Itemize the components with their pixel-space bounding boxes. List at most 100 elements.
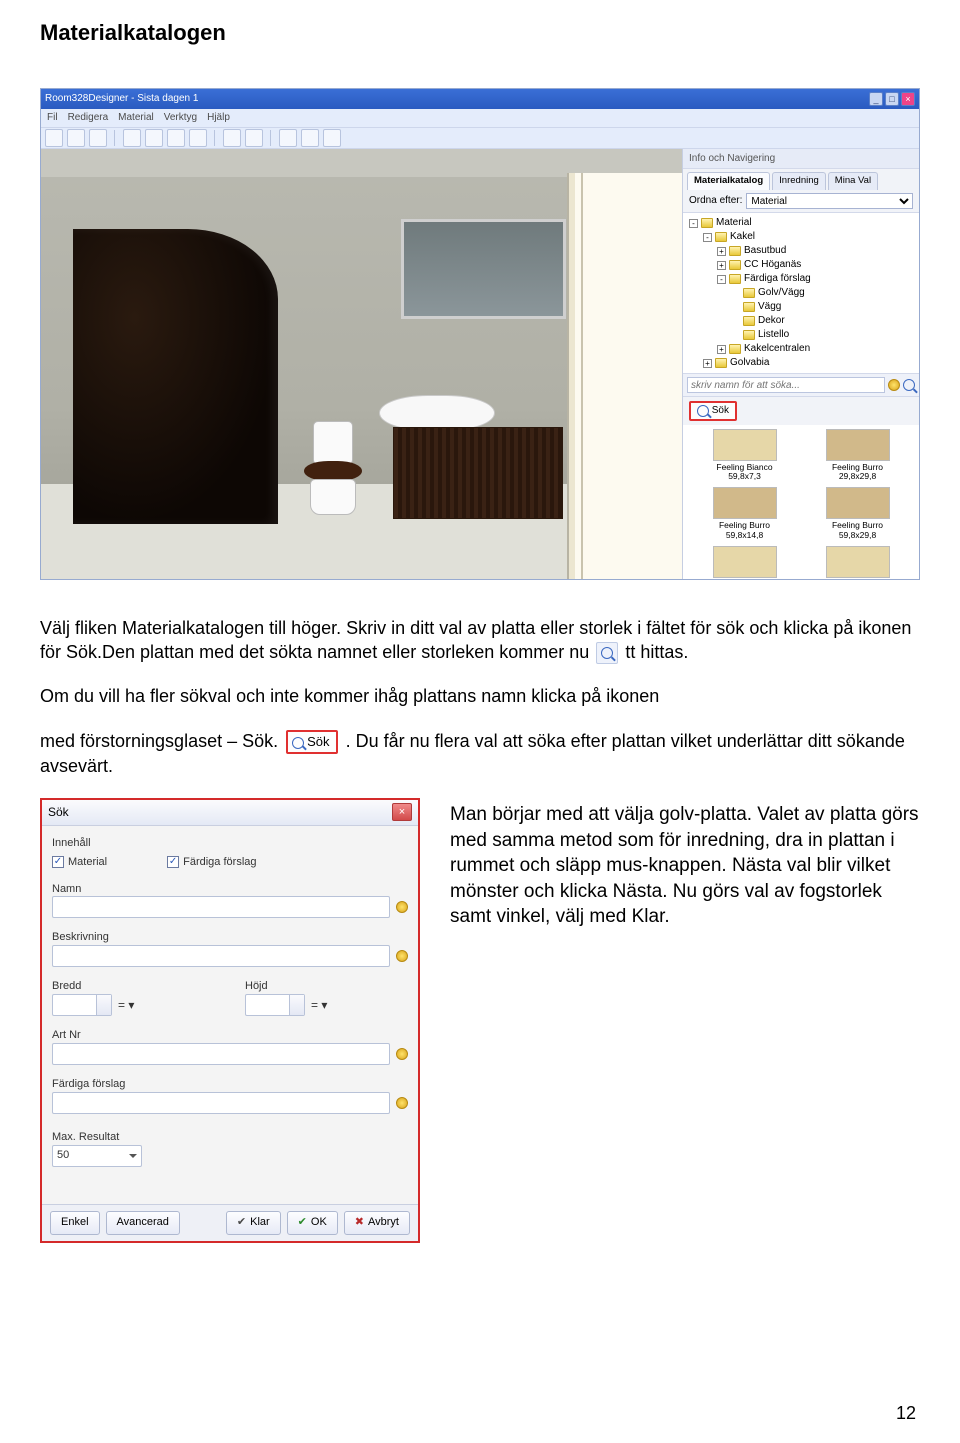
tree-item[interactable]: -Kakel <box>689 230 915 244</box>
tree-item[interactable]: -Material <box>689 216 915 230</box>
swatch-item[interactable]: Feeling Burro59,8x7,3 <box>804 546 911 579</box>
search-icon <box>697 405 709 417</box>
sort-select[interactable]: Material <box>746 193 913 209</box>
swatch-item[interactable]: Feeling Burro59,8x29,8 <box>804 487 911 540</box>
menu-hjalp[interactable]: Hjälp <box>207 111 230 125</box>
checkbox-fardiga[interactable]: ✓Färdiga förslag <box>167 855 256 870</box>
bulb-icon[interactable] <box>396 950 408 962</box>
bulb-icon[interactable] <box>396 901 408 913</box>
tree-item-label: Färdiga förslag <box>744 272 811 286</box>
avancerad-button[interactable]: Avancerad <box>106 1211 180 1235</box>
toolbar-button[interactable] <box>245 129 263 147</box>
inline-sok-button: Sök <box>286 730 337 754</box>
window-maximize-button[interactable]: □ <box>885 92 899 106</box>
toolbar-button[interactable] <box>323 129 341 147</box>
tab-materialkatalog[interactable]: Materialkatalog <box>687 172 770 190</box>
swatch-item[interactable]: Feeling Bianco59,8x7,3 <box>691 429 798 482</box>
expand-icon[interactable]: + <box>717 345 726 354</box>
panel-header: Info och Navigering <box>683 149 919 170</box>
tree-item[interactable]: Golv/Vägg <box>689 286 915 300</box>
avbryt-button[interactable]: Avbryt <box>344 1211 410 1235</box>
tree-item-label: Golv/Vägg <box>758 286 805 300</box>
expand-icon[interactable]: + <box>717 261 726 270</box>
toolbar-button[interactable] <box>279 129 297 147</box>
tree-item[interactable]: + Kakelcentralen <box>689 342 915 356</box>
tree-item[interactable]: +Basutbud <box>689 244 915 258</box>
room-3d-viewport[interactable] <box>41 149 682 579</box>
tab-mina-val[interactable]: Mina Val <box>828 172 878 190</box>
namn-input[interactable] <box>52 896 390 918</box>
material-tree[interactable]: -Material-Kakel+Basutbud+CC Höganäs - Färd… <box>683 213 919 374</box>
expand-icon[interactable]: - <box>717 275 726 284</box>
window-close-button[interactable]: × <box>901 92 915 106</box>
bulb-icon[interactable] <box>396 1048 408 1060</box>
menubar: Fil Redigera Material Verktyg Hjälp <box>41 109 919 127</box>
swatch-thumbnail <box>826 487 890 519</box>
side-panel: Info och Navigering Materialkatalog Inre… <box>682 149 919 579</box>
toolbar <box>41 127 919 149</box>
artnr-input[interactable] <box>52 1043 390 1065</box>
folder-icon <box>715 232 727 242</box>
toilet <box>299 421 367 521</box>
toolbar-button[interactable] <box>45 129 63 147</box>
swatch-thumbnail <box>713 487 777 519</box>
tree-item[interactable]: Listello <box>689 328 915 342</box>
tab-inredning[interactable]: Inredning <box>772 172 826 190</box>
label-bredd: Bredd <box>52 980 81 992</box>
klar-button[interactable]: Klar <box>226 1211 281 1235</box>
sok-button[interactable]: Sök <box>689 401 737 421</box>
toolbar-button[interactable] <box>145 129 163 147</box>
hojd-spinner[interactable] <box>245 994 305 1016</box>
tree-item-label: Listello <box>758 328 789 342</box>
page-title: Materialkatalogen <box>40 18 920 48</box>
beskrivning-input[interactable] <box>52 945 390 967</box>
expand-icon[interactable]: - <box>703 233 712 242</box>
fardiga-input[interactable] <box>52 1092 390 1114</box>
swatch-item[interactable]: Feeling Burro59,8x14,8 <box>691 487 798 540</box>
toolbar-button[interactable] <box>123 129 141 147</box>
menu-material[interactable]: Material <box>118 111 154 125</box>
window-minimize-button[interactable]: _ <box>869 92 883 106</box>
swatch-size: 59,8x7,3 <box>691 472 798 481</box>
swatch-item[interactable]: Feeling Burro59,8x59,8 <box>691 546 798 579</box>
expand-icon[interactable]: + <box>703 359 712 368</box>
tree-item[interactable]: Dekor <box>689 314 915 328</box>
folder-icon <box>729 246 741 256</box>
tree-item[interactable]: +Golvabia <box>689 356 915 370</box>
toolbar-button[interactable] <box>89 129 107 147</box>
section-innehall-label: Innehåll <box>52 837 91 849</box>
expand-icon[interactable]: + <box>717 247 726 256</box>
checkbox-material[interactable]: ✓Material <box>52 855 107 870</box>
menu-verktyg[interactable]: Verktyg <box>164 111 197 125</box>
toolbar-button[interactable] <box>67 129 85 147</box>
max-resultat-select[interactable]: 50 <box>52 1145 142 1167</box>
tree-item[interactable]: - Färdiga förslag <box>689 272 915 286</box>
toolbar-button[interactable] <box>223 129 241 147</box>
toolbar-button[interactable] <box>301 129 319 147</box>
tree-item-label: Dekor <box>758 314 785 328</box>
right-paragraph: Man börjar med att välja golv-platta. Va… <box>450 798 920 930</box>
panel-tabs: Materialkatalog Inredning Mina Val <box>683 169 919 190</box>
swatch-item[interactable]: Feeling Burro29,8x29,8 <box>804 429 911 482</box>
search-icon[interactable] <box>903 379 915 391</box>
ok-button[interactable]: OK <box>287 1211 338 1235</box>
tree-item[interactable]: Vägg <box>689 300 915 314</box>
page-number: 12 <box>896 1401 916 1425</box>
dialog-close-button[interactable]: × <box>392 803 412 821</box>
bulb-icon[interactable] <box>888 379 900 391</box>
tree-item[interactable]: +CC Höganäs <box>689 258 915 272</box>
toolbar-button[interactable] <box>189 129 207 147</box>
bulb-icon[interactable] <box>396 1097 408 1109</box>
search-input[interactable] <box>687 377 885 393</box>
enkel-button[interactable]: Enkel <box>50 1211 100 1235</box>
menu-redigera[interactable]: Redigera <box>68 111 109 125</box>
text-run: tt hittas. <box>625 642 688 662</box>
folder-icon <box>729 274 741 284</box>
menu-fil[interactable]: Fil <box>47 111 58 125</box>
text-run: med förstorningsglaset – Sök. <box>40 731 278 751</box>
tree-item-label: Kakelcentralen <box>744 342 810 356</box>
app-screenshot: Room328Designer - Sista dagen 1 _ □ × Fi… <box>40 88 920 580</box>
bredd-spinner[interactable] <box>52 994 112 1016</box>
toolbar-button[interactable] <box>167 129 185 147</box>
expand-icon[interactable]: - <box>689 219 698 228</box>
